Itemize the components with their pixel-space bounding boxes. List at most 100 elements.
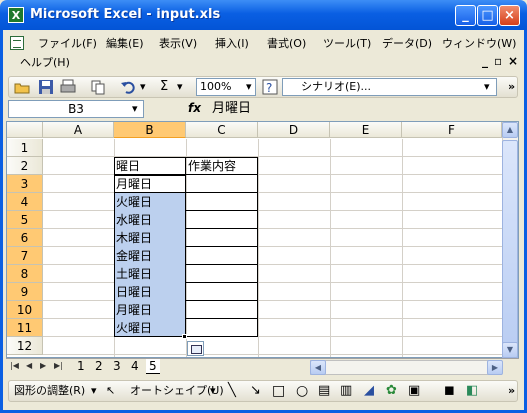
draw-adjust-menu[interactable]: 図形の調整(R) — [14, 383, 85, 399]
row-header-1[interactable]: 1 — [7, 139, 43, 157]
diagram-icon[interactable]: ◢ — [364, 383, 374, 399]
autofill-options-icon[interactable] — [187, 341, 204, 356]
row-header-5[interactable]: 5 — [7, 211, 43, 229]
column-header-d[interactable]: D — [258, 122, 330, 138]
maximize-button[interactable]: □ — [477, 5, 498, 26]
cell-b5[interactable]: 水曜日 — [114, 211, 152, 229]
cell-b3[interactable]: 月曜日 — [114, 175, 152, 193]
formula-bar-input[interactable]: 月曜日 — [212, 100, 251, 118]
column-header-e[interactable]: E — [330, 122, 402, 138]
copy-icon[interactable] — [90, 79, 106, 95]
doc-close-button[interactable]: × — [508, 54, 518, 68]
table-border-inner — [186, 264, 258, 265]
scroll-up-icon[interactable]: ▲ — [502, 122, 518, 138]
wordart-icon[interactable]: ▥ — [340, 383, 352, 399]
row-header-12[interactable]: 12 — [7, 337, 43, 355]
help-icon[interactable]: ? — [262, 79, 278, 95]
close-button[interactable]: × — [499, 5, 520, 26]
cell-c2[interactable]: 作業内容 — [186, 157, 236, 175]
open-folder-icon[interactable] — [14, 79, 30, 95]
autosum-button[interactable]: Σ — [160, 79, 168, 95]
autoshape-dropdown-icon[interactable]: ▾ — [210, 383, 216, 399]
autosum-dropdown-icon[interactable]: ▾ — [177, 79, 183, 95]
scenario-dropdown-icon[interactable]: ▾ — [484, 79, 490, 95]
line-icon[interactable]: ╲ — [228, 383, 236, 399]
menu-insert[interactable]: 挿入(I) — [215, 35, 249, 53]
select-objects-icon[interactable]: ↖ — [106, 383, 115, 399]
cell-b9[interactable]: 日曜日 — [114, 283, 152, 301]
table-border-inner — [186, 300, 258, 301]
picture-icon[interactable]: ▣ — [408, 383, 420, 399]
sheet-tab-1[interactable]: 1 — [74, 359, 88, 374]
3d-icon[interactable]: ◧ — [466, 383, 478, 399]
name-box-dropdown-icon[interactable]: ▾ — [132, 101, 138, 117]
select-all-corner[interactable] — [7, 122, 43, 138]
row-header-8[interactable]: 8 — [7, 265, 43, 283]
draw-adjust-dropdown-icon[interactable]: ▾ — [91, 383, 97, 399]
fill-handle[interactable] — [182, 334, 187, 339]
print-icon[interactable] — [60, 79, 76, 95]
menu-help[interactable]: ヘルプ(H) — [20, 54, 70, 72]
cell-b7[interactable]: 金曜日 — [114, 247, 152, 265]
cell-b4[interactable]: 火曜日 — [114, 193, 152, 211]
row-header-4[interactable]: 4 — [7, 193, 43, 211]
prev-sheet-icon[interactable]: ◀ — [26, 361, 32, 370]
cell-b2[interactable]: 曜日 — [114, 157, 140, 175]
zoom-dropdown-icon[interactable]: ▾ — [246, 79, 252, 95]
horizontal-scrollbar[interactable] — [310, 360, 502, 375]
cell-b11[interactable]: 火曜日 — [114, 319, 152, 337]
function-icon[interactable]: fx — [188, 101, 201, 115]
row-header-3[interactable]: 3 — [7, 175, 43, 193]
column-header-b[interactable]: B — [114, 122, 186, 138]
menu-format[interactable]: 書式(O) — [267, 35, 306, 53]
menu-file[interactable]: ファイル(F) — [38, 35, 97, 53]
toolbar-options-icon[interactable]: » — [508, 79, 515, 95]
row-header-7[interactable]: 7 — [7, 247, 43, 265]
scroll-down-icon[interactable]: ▼ — [502, 342, 518, 358]
doc-minimize-button[interactable]: _ — [482, 54, 488, 68]
excel-app-icon[interactable]: X — [8, 7, 24, 23]
save-icon[interactable] — [38, 79, 54, 95]
rectangle-icon[interactable]: □ — [272, 383, 285, 399]
scroll-thumb[interactable] — [502, 140, 518, 360]
scenario-select[interactable]: シナリオ(E)... — [282, 78, 497, 96]
row-header-11[interactable]: 11 — [7, 319, 43, 337]
undo-dropdown-icon[interactable]: ▾ — [140, 79, 146, 95]
drawing-options-icon[interactable]: » — [508, 383, 515, 399]
column-header-c[interactable]: C — [186, 122, 258, 138]
cell-b6[interactable]: 木曜日 — [114, 229, 152, 247]
row-header-10[interactable]: 10 — [7, 301, 43, 319]
column-header-a[interactable]: A — [43, 122, 114, 138]
menu-view[interactable]: 表示(V) — [159, 35, 197, 53]
row-header-6[interactable]: 6 — [7, 229, 43, 247]
minimize-button[interactable]: _ — [455, 5, 476, 26]
name-box[interactable]: B3 — [8, 100, 144, 118]
menu-data[interactable]: データ(D) — [382, 35, 432, 53]
row-header-2[interactable]: 2 — [7, 157, 43, 175]
sheet-tab-4[interactable]: 4 — [128, 359, 142, 374]
cell-b8[interactable]: 土曜日 — [114, 265, 152, 283]
oval-icon[interactable]: ○ — [296, 383, 308, 399]
cell-b10[interactable]: 月曜日 — [114, 301, 152, 319]
menu-tools[interactable]: ツール(T) — [323, 35, 371, 53]
menu-window[interactable]: ウィンドウ(W) — [442, 35, 516, 53]
workbook-icon[interactable] — [10, 36, 24, 50]
menu-edit[interactable]: 編集(E) — [106, 35, 144, 53]
shadow-icon[interactable]: ◼ — [444, 383, 455, 399]
first-sheet-icon[interactable]: |◀ — [10, 361, 19, 370]
clipart-icon[interactable]: ✿ — [386, 383, 397, 399]
scroll-right-icon[interactable]: ▶ — [487, 360, 503, 375]
row-header-9[interactable]: 9 — [7, 283, 43, 301]
table-border-inner — [186, 192, 258, 193]
scroll-left-icon[interactable]: ◀ — [310, 360, 326, 375]
last-sheet-icon[interactable]: ▶| — [54, 361, 63, 370]
sheet-tab-5[interactable]: 5 — [146, 359, 160, 374]
sheet-tab-3[interactable]: 3 — [110, 359, 124, 374]
next-sheet-icon[interactable]: ▶ — [40, 361, 46, 370]
sheet-tab-2[interactable]: 2 — [92, 359, 106, 374]
doc-restore-button[interactable]: ▫ — [494, 54, 502, 68]
column-header-f[interactable]: F — [402, 122, 502, 138]
textbox-icon[interactable]: ▤ — [318, 383, 330, 399]
undo-icon[interactable] — [120, 79, 136, 95]
arrow-icon[interactable]: ↘ — [250, 383, 261, 399]
